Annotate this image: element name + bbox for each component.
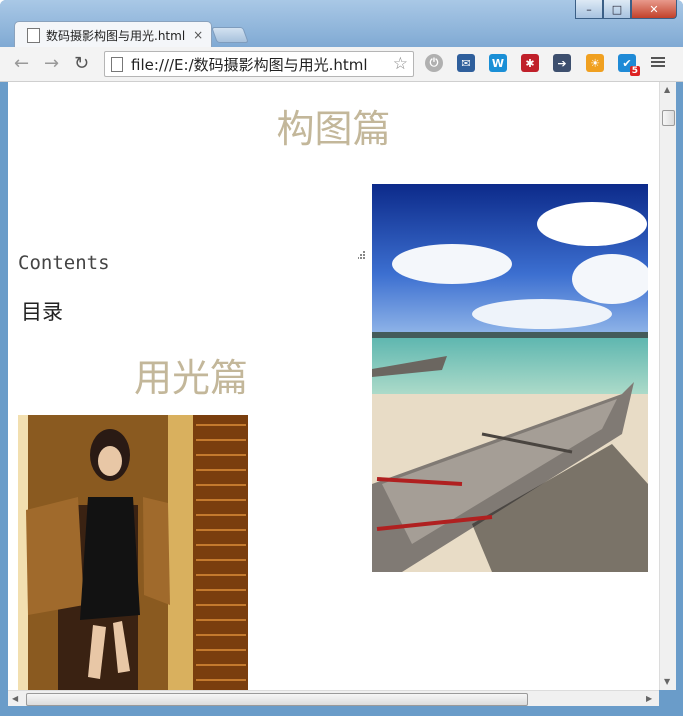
weather-icon[interactable]: ☀ [586,54,604,72]
contents-label: Contents [18,252,110,274]
heading-lighting: 用光篇 [134,356,249,400]
browser-toolbar: ← → ↻ file:///E:/数码摄影构图与用光.html ☆ ⏻ ✉ W ✱ ➔… [0,47,683,82]
asterisk-icon[interactable]: ✱ [521,54,539,72]
horizontal-scrollbar[interactable]: ◀ ▶ [8,690,659,707]
tab-title: 数码摄影构图与用光.html [46,28,186,43]
window-controls: – □ ✕ [575,0,677,20]
close-window-button[interactable]: ✕ [631,0,677,19]
beach-boat-photo [372,184,648,572]
share-icon[interactable]: ➔ [553,54,571,72]
check-icon[interactable]: ✔ 5 [618,54,640,76]
back-icon[interactable]: ← [14,53,29,74]
vertical-scroll-thumb[interactable] [662,110,675,126]
address-bar[interactable]: file:///E:/数码摄影构图与用光.html ☆ [104,51,414,77]
scroll-down-icon[interactable]: ▼ [664,677,670,686]
tab-close-icon[interactable]: × [193,28,203,42]
adblock-icon[interactable]: ⏻ [425,54,443,72]
browser-window: – □ ✕ 数码摄影构图与用光.html × ← → ↻ file:///E:/… [0,0,683,716]
browser-tab[interactable]: 数码摄影构图与用光.html × [14,21,212,48]
woman-doorway-photo [18,415,248,690]
heading-composition: 构图篇 [276,107,391,151]
bookmark-star-icon[interactable]: ☆ [393,54,408,74]
mail-icon[interactable]: ✉ [457,54,475,72]
horizontal-scroll-thumb[interactable] [26,693,528,706]
title-bar: – □ ✕ 数码摄影构图与用光.html × [0,0,683,48]
badge-count: 5 [629,66,640,76]
forward-icon[interactable]: → [44,53,59,74]
reload-icon[interactable]: ↻ [74,53,89,74]
page-content: 构图篇 Contents 目录 用光篇 [8,82,659,690]
toc-label: 目录 [21,300,63,324]
w-icon[interactable]: W [489,54,507,72]
resize-grip-icon[interactable] [358,250,366,260]
scroll-up-icon[interactable]: ▲ [664,85,670,94]
scroll-right-icon[interactable]: ▶ [646,694,652,703]
menu-icon[interactable] [651,55,665,69]
new-tab-button[interactable] [211,27,249,43]
address-text[interactable]: file:///E:/数码摄影构图与用光.html [131,54,393,75]
minimize-button[interactable]: – [575,0,603,19]
page-icon [111,56,123,72]
maximize-button[interactable]: □ [603,0,631,19]
scroll-left-icon[interactable]: ◀ [12,694,18,703]
window-frame-bottom [0,706,683,716]
vertical-scrollbar[interactable]: ▲ ▼ [659,82,676,690]
document-icon [27,27,40,43]
